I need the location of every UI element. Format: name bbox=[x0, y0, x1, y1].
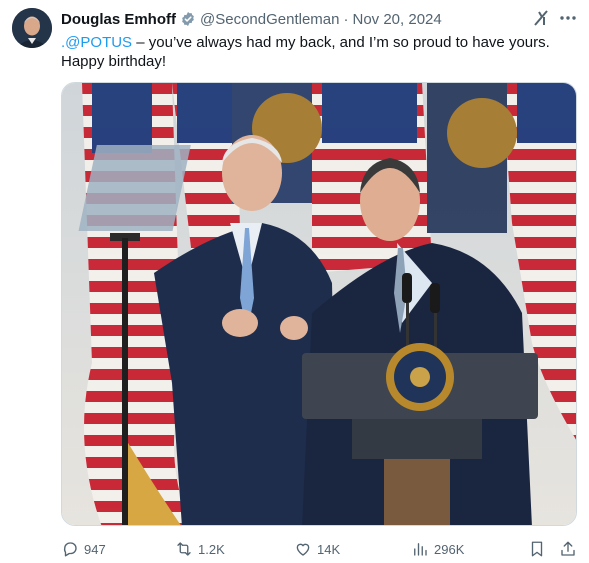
views-icon bbox=[414, 543, 427, 556]
bookmark-button[interactable] bbox=[528, 540, 546, 558]
avatar-image bbox=[12, 8, 52, 48]
author-name[interactable]: Douglas Emhoff bbox=[61, 11, 176, 28]
repost-button[interactable]: 1.2K bbox=[175, 538, 225, 560]
views-button[interactable]: 296K bbox=[411, 538, 464, 560]
bookmark-icon bbox=[531, 541, 543, 557]
post-header: Douglas Emhoff @SecondGentleman · Nov 20… bbox=[61, 9, 577, 29]
more-icon[interactable] bbox=[558, 9, 578, 27]
share-icon bbox=[561, 541, 575, 556]
grok-icon[interactable] bbox=[532, 9, 550, 27]
heart-icon bbox=[296, 543, 310, 556]
mention-link[interactable]: .@POTUS bbox=[61, 34, 132, 51]
author-avatar[interactable] bbox=[12, 8, 52, 48]
views-count: 296K bbox=[434, 541, 465, 557]
repost-count: 1.2K bbox=[198, 541, 225, 557]
post-date[interactable]: Nov 20, 2024 bbox=[352, 11, 441, 28]
photo-image bbox=[62, 83, 576, 525]
action-bar: 947 1.2K 14K 296K bbox=[61, 538, 577, 560]
post-text-body: – you’ve always had my back, and I’m so … bbox=[132, 34, 550, 51]
repost-icon bbox=[177, 542, 191, 556]
post-text: .@POTUS – you’ve always had my back, and… bbox=[61, 33, 571, 71]
separator-dot: · bbox=[343, 10, 349, 28]
reply-count: 947 bbox=[84, 541, 106, 557]
verified-badge-icon bbox=[180, 11, 196, 27]
reply-icon bbox=[63, 542, 77, 557]
like-button[interactable]: 14K bbox=[294, 538, 340, 560]
reply-button[interactable]: 947 bbox=[61, 538, 106, 560]
author-handle[interactable]: @SecondGentleman bbox=[200, 11, 339, 28]
post-photo[interactable] bbox=[61, 82, 577, 526]
share-button[interactable] bbox=[559, 540, 577, 558]
like-count: 14K bbox=[317, 541, 341, 557]
post-text-line2: Happy birthday! bbox=[61, 53, 167, 70]
